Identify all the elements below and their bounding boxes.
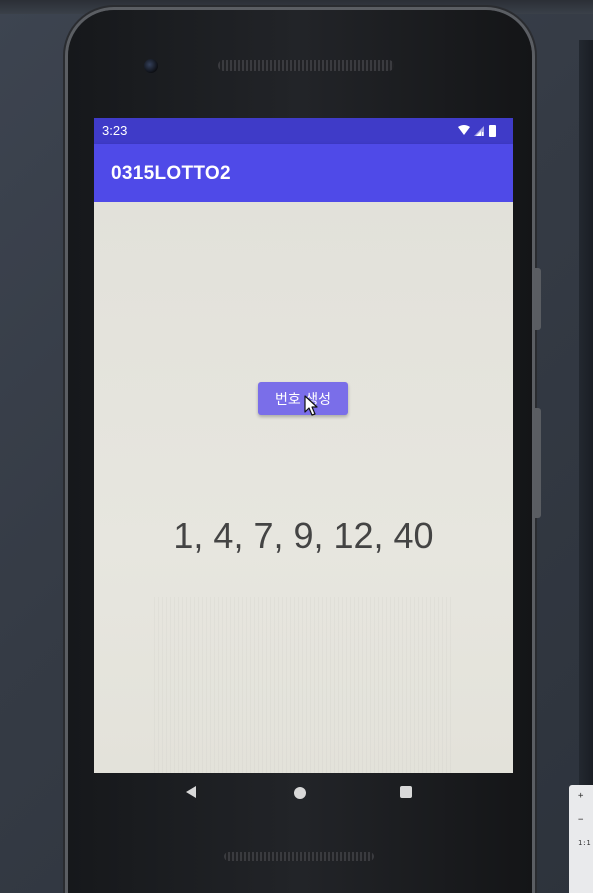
monitor-edge bbox=[579, 40, 593, 893]
power-button bbox=[534, 268, 541, 330]
zoom-in-button[interactable]: + bbox=[578, 791, 583, 801]
main-content: 번호 생성 1, 4, 7, 9, 12, 40 bbox=[94, 202, 513, 773]
zoom-controls-panel: + − 1:1 bbox=[569, 785, 593, 893]
home-icon[interactable] bbox=[294, 787, 306, 799]
screen-glare bbox=[154, 597, 454, 773]
app-title: 0315LOTTO2 bbox=[111, 163, 231, 184]
battery-icon bbox=[489, 125, 496, 137]
status-bar: 3:23 bbox=[94, 118, 513, 144]
back-icon[interactable] bbox=[184, 785, 198, 799]
status-icons bbox=[458, 125, 496, 137]
mouse-pointer-icon bbox=[304, 395, 318, 416]
cellular-signal-icon bbox=[474, 126, 484, 136]
video-frame: + − 1:1 3:23 0315LOTTO2 번호 생성 1, 4, 7, 9… bbox=[0, 0, 593, 893]
zoom-out-button[interactable]: − bbox=[578, 815, 583, 825]
status-time: 3:23 bbox=[102, 123, 128, 138]
phone-device: 3:23 0315LOTTO2 번호 생성 1, 4, 7, 9, 12, 40 bbox=[68, 10, 541, 893]
app-bar: 0315LOTTO2 bbox=[94, 144, 513, 202]
navigation-bar bbox=[94, 773, 513, 819]
zoom-ratio-button[interactable]: 1:1 bbox=[578, 839, 591, 847]
bottom-speaker bbox=[224, 852, 374, 861]
volume-rocker bbox=[534, 408, 541, 518]
generate-numbers-button[interactable]: 번호 생성 bbox=[258, 382, 348, 415]
lotto-result-text: 1, 4, 7, 9, 12, 40 bbox=[173, 515, 434, 556]
phone-screen: 3:23 0315LOTTO2 번호 생성 1, 4, 7, 9, 12, 40 bbox=[94, 118, 513, 773]
wifi-icon bbox=[458, 125, 470, 135]
front-camera bbox=[144, 59, 158, 73]
recents-icon[interactable] bbox=[400, 786, 412, 798]
earpiece-speaker bbox=[218, 60, 394, 71]
